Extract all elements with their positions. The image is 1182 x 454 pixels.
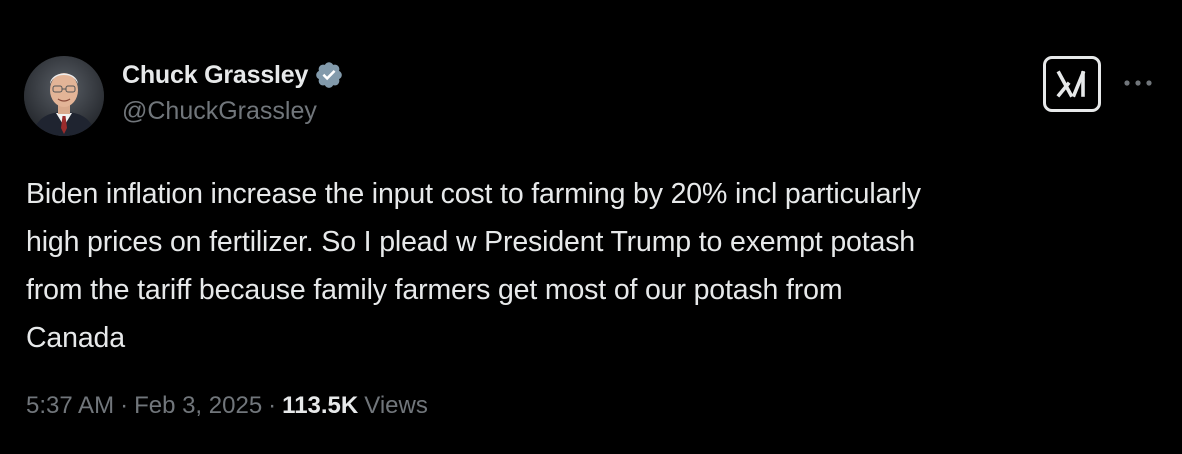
- author-block: Chuck Grassley @ChuckGrassley: [122, 58, 344, 126]
- author-handle[interactable]: @ChuckGrassley: [122, 97, 344, 126]
- grok-icon: [1056, 70, 1086, 98]
- more-options-icon: [1124, 80, 1152, 86]
- views-count[interactable]: 113.5K: [282, 392, 358, 420]
- more-options-button[interactable]: [1118, 68, 1158, 98]
- display-name[interactable]: Chuck Grassley: [122, 61, 308, 90]
- avatar[interactable]: [24, 56, 104, 136]
- avatar-image: [24, 56, 104, 136]
- tweet-time[interactable]: 5:37 AM: [26, 392, 114, 420]
- verified-badge-icon: [316, 62, 343, 88]
- tweet-card: Chuck Grassley @ChuckGrassley Biden infl…: [0, 0, 1182, 454]
- tweet-meta: 5:37 AM · Feb 3, 2025 · 113.5K Views: [26, 392, 428, 420]
- name-row: Chuck Grassley: [122, 58, 344, 92]
- views-label[interactable]: Views: [364, 392, 428, 420]
- grok-button[interactable]: [1043, 56, 1101, 112]
- tweet-text: Biden inflation increase the input cost …: [26, 178, 921, 354]
- meta-separator: ·: [268, 392, 277, 419]
- tweet-date[interactable]: Feb 3, 2025: [134, 392, 262, 420]
- meta-separator: ·: [120, 392, 129, 419]
